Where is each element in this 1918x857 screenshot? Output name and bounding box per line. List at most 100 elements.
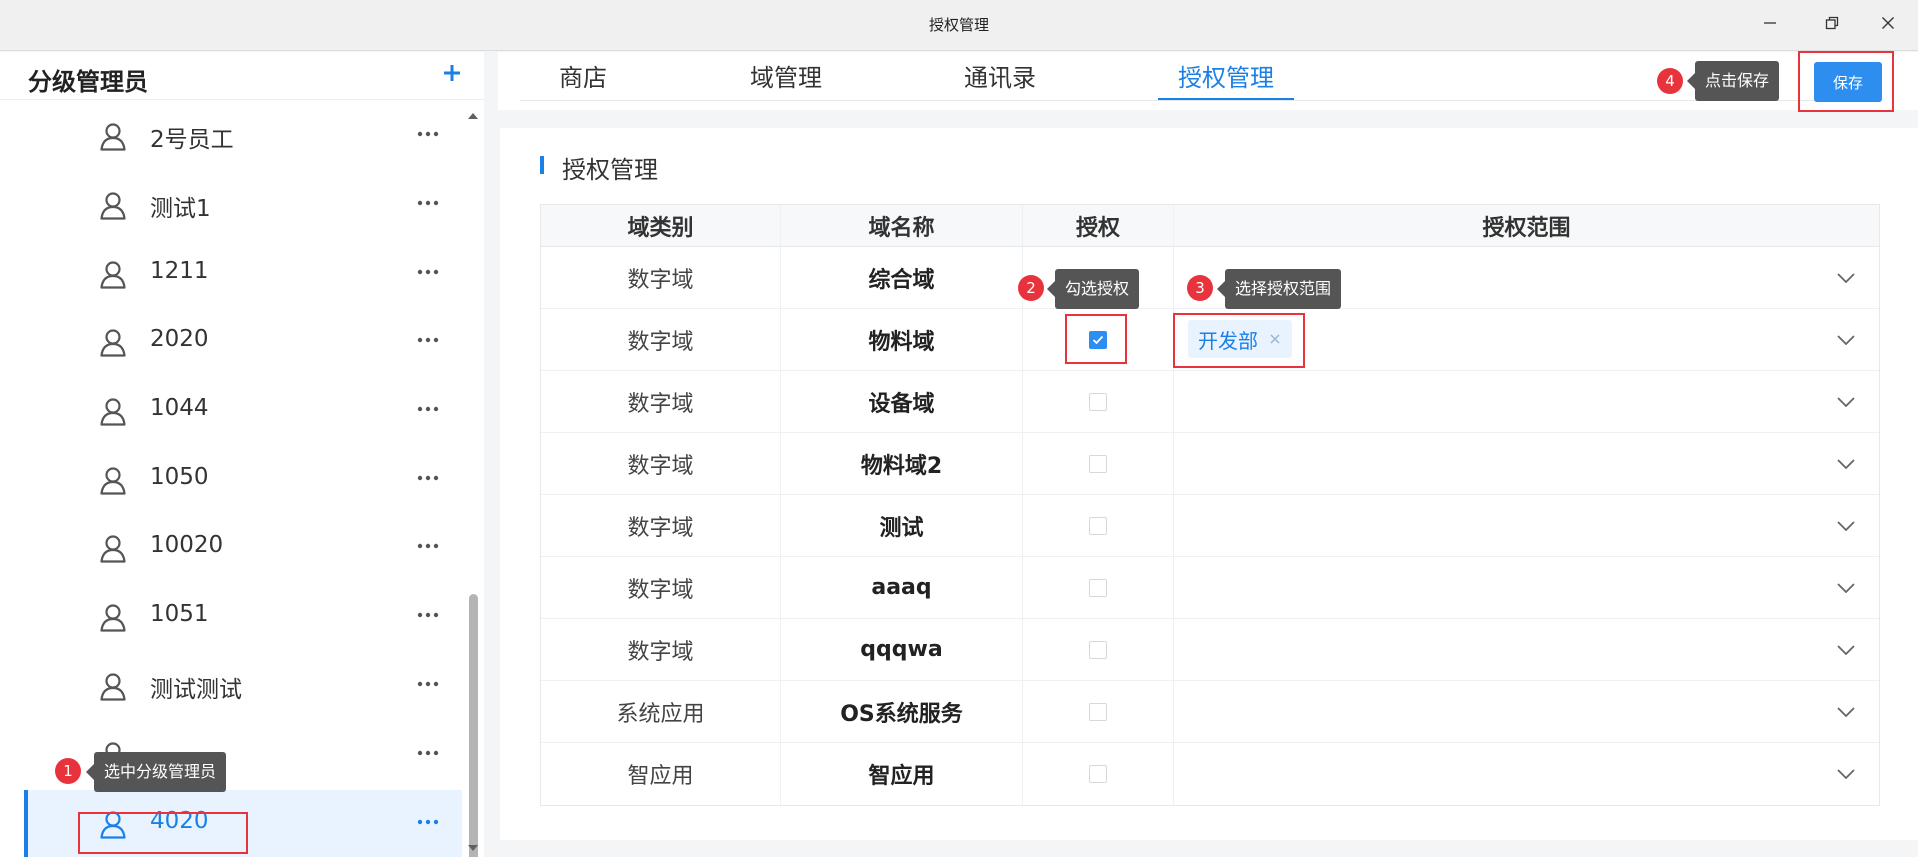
triangle-up-icon [468,113,478,119]
sidebar-item-label: 1211 [150,258,209,284]
scope-select[interactable] [1174,619,1879,680]
user-icon-wrap [98,259,128,289]
header-scope: 授权范围 [1482,215,1571,241]
table-row: 数字域 qqqwa [541,619,1879,681]
sidebar-item[interactable]: 测试1 [24,171,462,239]
sidebar-item[interactable]: 1211 [24,240,462,308]
dropdown-toggle[interactable] [1834,330,1858,350]
user-icon [100,467,126,495]
callout-badge-1: 1 [55,758,81,784]
scope-select[interactable] [1174,681,1879,742]
authorize-checkbox[interactable] [1089,640,1107,659]
table-row: 数字域 测试 [541,495,1879,557]
scroll-down-arrow[interactable] [466,842,480,854]
user-icon [100,535,126,563]
dropdown-toggle[interactable] [1834,640,1858,660]
scope-select[interactable] [1174,557,1879,618]
add-admin-button[interactable] [437,58,467,88]
user-icon [100,123,126,151]
more-options-button[interactable] [414,193,442,213]
scope-select[interactable] [1174,743,1879,805]
table-row: 系统应用 OS系统服务 [541,681,1879,743]
sidebar-item[interactable]: 1051 [24,583,462,651]
more-options-button[interactable] [414,743,442,763]
scope-select[interactable] [1174,371,1879,432]
dropdown-toggle[interactable] [1834,516,1858,536]
sidebar-item[interactable]: 2号员工 [24,102,462,170]
domain-name: 测试 [781,495,1023,556]
dropdown-toggle[interactable] [1834,392,1858,412]
authorize-checkbox[interactable] [1089,702,1107,721]
authorize-checkbox[interactable] [1089,516,1107,535]
section-marker [540,156,544,174]
more-options-button[interactable] [414,330,442,350]
minimize-button[interactable] [1750,8,1790,38]
restore-icon [1825,16,1839,30]
scroll-up-arrow[interactable] [466,110,480,122]
sidebar-item[interactable]: 1050 [24,446,462,514]
domain-category: 数字域 [541,557,781,618]
user-icon [100,192,126,220]
authorize-checkbox[interactable] [1089,765,1107,783]
chevron-down-icon [1837,644,1855,655]
tab-authorization[interactable]: 授权管理 [1158,58,1294,100]
table-header: 域类别 域名称 授权 授权范围 [541,205,1879,247]
tab-contacts[interactable]: 通讯录 [962,58,1038,100]
authorization-panel: 授权管理 域类别 域名称 授权 授权范围 数字域 综合域 数字域 物料域 开发部 数字域设… [500,128,1918,840]
more-icon [417,200,439,206]
sidebar-item-label: 1051 [150,601,209,627]
sidebar-item-label: 测试测试 [150,677,242,703]
more-options-button[interactable] [414,262,442,282]
sidebar-scrollbar[interactable] [462,102,484,857]
dropdown-toggle[interactable] [1834,702,1858,722]
table-row: 智应用 智应用 [541,743,1879,805]
scope-select[interactable] [1174,495,1879,556]
domain-category: 数字域 [541,619,781,680]
domain-category: 数字域 [541,309,781,370]
admin-list: 2号员工 测试1 1211 2020 1044 1050 10020 1051 测试测试 4020 [0,102,462,857]
dropdown-toggle[interactable] [1834,578,1858,598]
restore-button[interactable] [1812,8,1852,38]
sidebar-item[interactable]: 10020 [24,514,462,582]
domain-name: OS系统服务 [781,681,1023,742]
dropdown-toggle[interactable] [1834,268,1858,288]
scroll-thumb[interactable] [469,594,478,857]
authorize-checkbox[interactable] [1089,578,1107,597]
authorize-cell [1023,743,1174,805]
close-icon [1882,17,1894,29]
authorize-checkbox[interactable] [1089,392,1107,411]
sidebar-item-label: 测试1 [150,196,211,222]
domain-name: 综合域 [781,247,1023,308]
sidebar-item[interactable]: 2020 [24,308,462,376]
more-options-button[interactable] [414,605,442,625]
tab-domain-management[interactable]: 域管理 [748,58,824,100]
callout-tooltip-3: 选择授权范围 [1216,269,1342,309]
more-options-button[interactable] [414,536,442,556]
table-row: 数字域 aaaq [541,557,1879,619]
sidebar-item-label: 2号员工 [150,127,234,153]
domain-name: 设备域 [781,371,1023,432]
more-options-button[interactable] [414,468,442,488]
close-window-button[interactable] [1868,8,1908,38]
chevron-down-icon [1837,769,1855,779]
dropdown-toggle[interactable] [1834,764,1858,784]
authorize-checkbox[interactable] [1089,454,1107,473]
more-options-button[interactable] [414,812,442,832]
scope-select[interactable] [1174,433,1879,494]
minimize-icon [1764,22,1776,24]
sidebar-item-label: 10020 [150,532,224,558]
panel-title: 授权管理 [562,156,658,184]
user-icon [100,604,126,632]
more-options-button[interactable] [414,399,442,419]
highlight-scope [1173,313,1305,368]
more-options-button[interactable] [414,124,442,144]
more-options-button[interactable] [414,674,442,694]
sidebar-item[interactable]: 1044 [24,377,462,445]
sidebar-item[interactable]: 测试测试 [24,652,462,720]
authorize-cell [1023,681,1174,742]
tab-underline-track [520,100,1860,101]
tab-store[interactable]: 商店 [554,58,612,100]
triangle-down-icon [468,845,478,851]
dropdown-toggle[interactable] [1834,454,1858,474]
callout-badge-4: 4 [1657,68,1683,94]
